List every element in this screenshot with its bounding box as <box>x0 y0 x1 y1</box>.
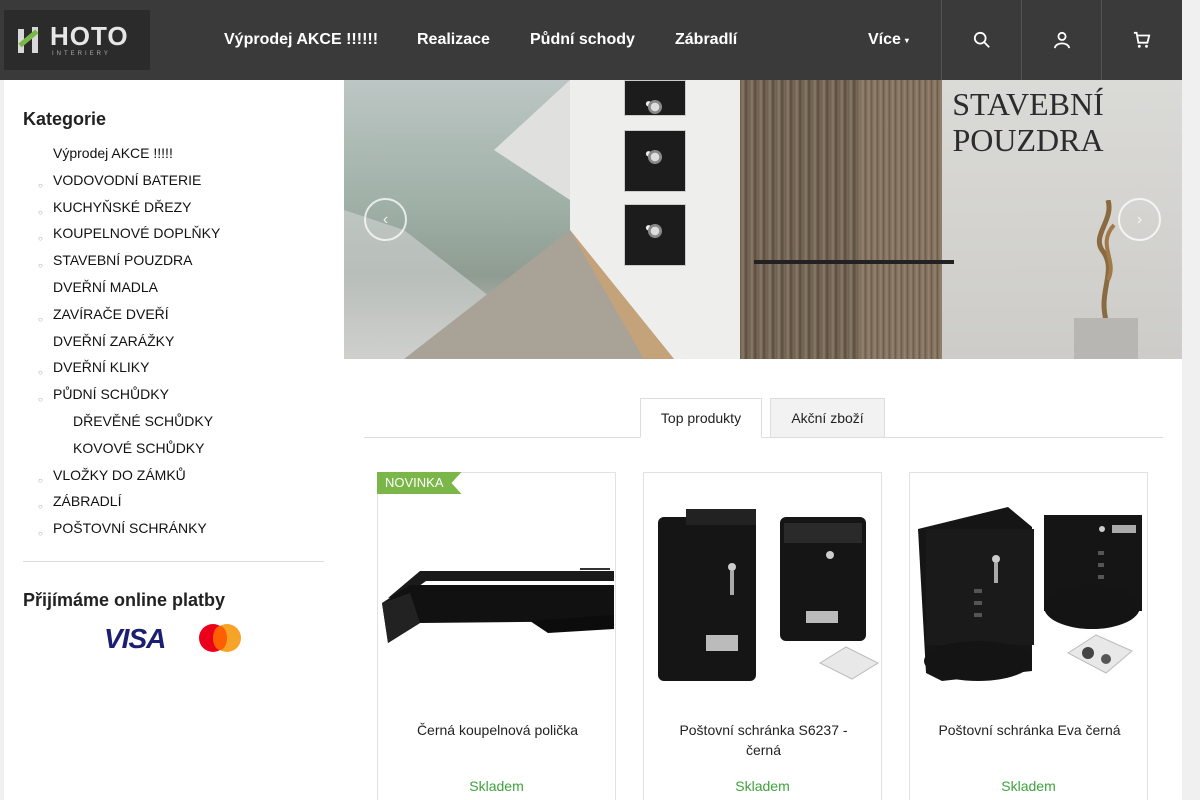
category-item[interactable]: ○ DVEŘNÍ KLIKY <box>23 358 323 385</box>
tab-sale-items[interactable]: Akční zboží <box>770 398 885 438</box>
product-name[interactable]: Poštovní schránka S6237 - černá <box>664 720 863 760</box>
category-label: Výprodej AKCE !!!!! <box>53 145 173 161</box>
cart-button[interactable] <box>1101 0 1181 80</box>
nav-item-more[interactable]: Více ▾ <box>868 31 909 49</box>
nav-item-pudni-schody[interactable]: Půdní schody <box>530 31 635 49</box>
category-label: ZÁBRADLÍ <box>53 493 122 510</box>
banner-heading: STAVEBNÍ POUZDRA <box>948 86 1108 158</box>
category-item[interactable]: ○ POŠTOVNÍ SCHRÁNKY <box>23 519 323 546</box>
categories-title: Kategorie <box>23 109 107 129</box>
banner-heading-line1: STAVEBNÍ <box>952 86 1104 122</box>
chevron-right-icon: › <box>1136 210 1143 228</box>
bullet-icon: ○ <box>38 207 43 217</box>
product-name[interactable]: Černá koupelnová polička <box>398 720 597 740</box>
category-label: PŮDNÍ SCHŮDKY <box>53 386 169 403</box>
category-item[interactable]: Výprodej AKCE !!!!! <box>23 144 323 171</box>
product-card[interactable]: Poštovní schránka S6237 - černá Skladem <box>643 472 882 800</box>
bullet-icon: ○ <box>38 314 43 324</box>
sidebar: Kategorie Výprodej AKCE !!!!! ○ VODOVODNÍ… <box>4 80 344 800</box>
bullet-icon: ○ <box>38 475 43 485</box>
category-label: KOVOVÉ SCHŮDKY <box>73 439 205 456</box>
category-item[interactable]: ○ STAVEBNÍ POUZDRA <box>23 251 323 278</box>
category-label: POŠTOVNÍ SCHRÁNKY <box>53 520 207 537</box>
category-label: KUCHYŇSKÉ DŘEZY <box>53 198 192 215</box>
category-label: STAVEBNÍ POUZDRA <box>53 252 193 269</box>
search-icon <box>973 31 990 48</box>
banner-planter <box>1074 318 1138 359</box>
hero-banner[interactable]: STAVEBNÍ POUZDRA ‹ › <box>344 80 1182 359</box>
banner-heading-line2: POUZDRA <box>952 122 1104 158</box>
visa-logo: VISA <box>104 623 166 654</box>
bullet-icon: ○ <box>38 529 43 539</box>
category-item[interactable]: DVEŘNÍ ZARÁŽKY <box>23 332 323 359</box>
category-list: Výprodej AKCE !!!!! ○ VODOVODNÍ BATERIE ○… <box>23 144 323 546</box>
banner-table <box>754 260 954 264</box>
logo-text: HOTO <box>50 21 129 51</box>
category-label: DVEŘNÍ MADLA <box>53 278 159 295</box>
subcategory-item[interactable]: DŘEVĚNÉ SCHŮDKY <box>23 412 323 439</box>
tab-top-products[interactable]: Top produkty <box>640 398 762 438</box>
logo[interactable]: HOTO INTERIERY <box>4 10 150 70</box>
category-item[interactable]: ○ ZÁBRADLÍ <box>23 492 323 519</box>
logo-subtext: INTERIERY <box>52 51 111 57</box>
wall-picture <box>624 80 686 123</box>
category-label: ZAVÍRAČE DVEŘÍ <box>53 305 169 322</box>
bullet-icon: ○ <box>38 395 43 405</box>
scrollbar-track[interactable] <box>1182 0 1200 800</box>
category-label: KOUPELNOVÉ DOPLŇKY <box>53 225 221 242</box>
wall-picture <box>624 130 686 192</box>
banner-door <box>740 80 860 359</box>
nav-more-label: Více <box>868 31 901 48</box>
category-item[interactable]: ○ KUCHYŇSKÉ DŘEZY <box>23 198 323 225</box>
category-item[interactable]: ○ KOUPELNOVÉ DOPLŇKY <box>23 224 323 251</box>
category-item[interactable]: ○ PŮDNÍ SCHŮDKY <box>23 385 323 412</box>
product-card[interactable]: Poštovní schránka Eva černá Skladem <box>909 472 1148 800</box>
chevron-left-icon: ‹ <box>382 210 389 228</box>
chevron-down-icon: ▾ <box>904 36 909 45</box>
cart-icon <box>1133 31 1150 48</box>
product-card[interactable]: NOVINKA Černá koupelnová polička Skladem <box>377 472 616 800</box>
mastercard-logo <box>199 624 243 652</box>
stock-status: Skladem <box>469 778 524 794</box>
user-icon <box>1053 31 1070 49</box>
product-name[interactable]: Poštovní schránka Eva černá <box>930 720 1129 740</box>
product-image <box>382 568 614 643</box>
bullet-icon: ○ <box>38 234 43 244</box>
account-button[interactable] <box>1021 0 1101 80</box>
nav-item-sale[interactable]: Výprodej AKCE !!!!!! <box>224 31 378 49</box>
category-item[interactable]: DVEŘNÍ MADLA <box>23 278 323 305</box>
nav-item-zabradli[interactable]: Zábradlí <box>675 31 737 49</box>
logo-wordmark: HOTO INTERIERY <box>50 23 129 57</box>
new-badge: NOVINKA <box>377 472 462 494</box>
sidebar-divider <box>23 561 324 562</box>
wall-picture <box>624 204 686 266</box>
category-label: DVEŘNÍ ZARÁŽKY <box>53 332 175 349</box>
nav-item-realizace[interactable]: Realizace <box>417 31 490 49</box>
category-item[interactable]: ○ ZAVÍRAČE DVEŘÍ <box>23 305 323 332</box>
product-image <box>918 507 1142 681</box>
category-item[interactable]: ○ VODOVODNÍ BATERIE <box>23 171 323 198</box>
category-item[interactable]: ○ VLOŽKY DO ZÁMKŮ <box>23 466 323 493</box>
category-label: DVEŘNÍ KLIKY <box>53 359 150 376</box>
tabs-underline <box>364 437 1163 438</box>
subcategory-item[interactable]: KOVOVÉ SCHŮDKY <box>23 439 323 466</box>
product-image <box>658 509 880 681</box>
banner-next-button[interactable]: › <box>1118 198 1161 241</box>
banner-prev-button[interactable]: ‹ <box>364 198 407 241</box>
stock-status: Skladem <box>1001 778 1056 794</box>
category-label: DŘEVĚNÉ SCHŮDKY <box>73 412 214 429</box>
bullet-icon: ○ <box>38 261 43 271</box>
bullet-icon: ○ <box>38 368 43 378</box>
banner-door-panel <box>860 80 942 359</box>
search-button[interactable] <box>941 0 1021 80</box>
bullet-icon: ○ <box>38 180 43 190</box>
category-label: VODOVODNÍ BATERIE <box>53 171 202 188</box>
logo-mark-icon <box>18 25 46 55</box>
category-label: VLOŽKY DO ZÁMKŮ <box>53 466 186 483</box>
payments-title: Přijímáme online platby <box>23 590 226 610</box>
stock-status: Skladem <box>735 778 790 794</box>
bullet-icon: ○ <box>38 502 43 512</box>
site-header: HOTO INTERIERY Výprodej AKCE !!!!!! Real… <box>0 0 1184 80</box>
